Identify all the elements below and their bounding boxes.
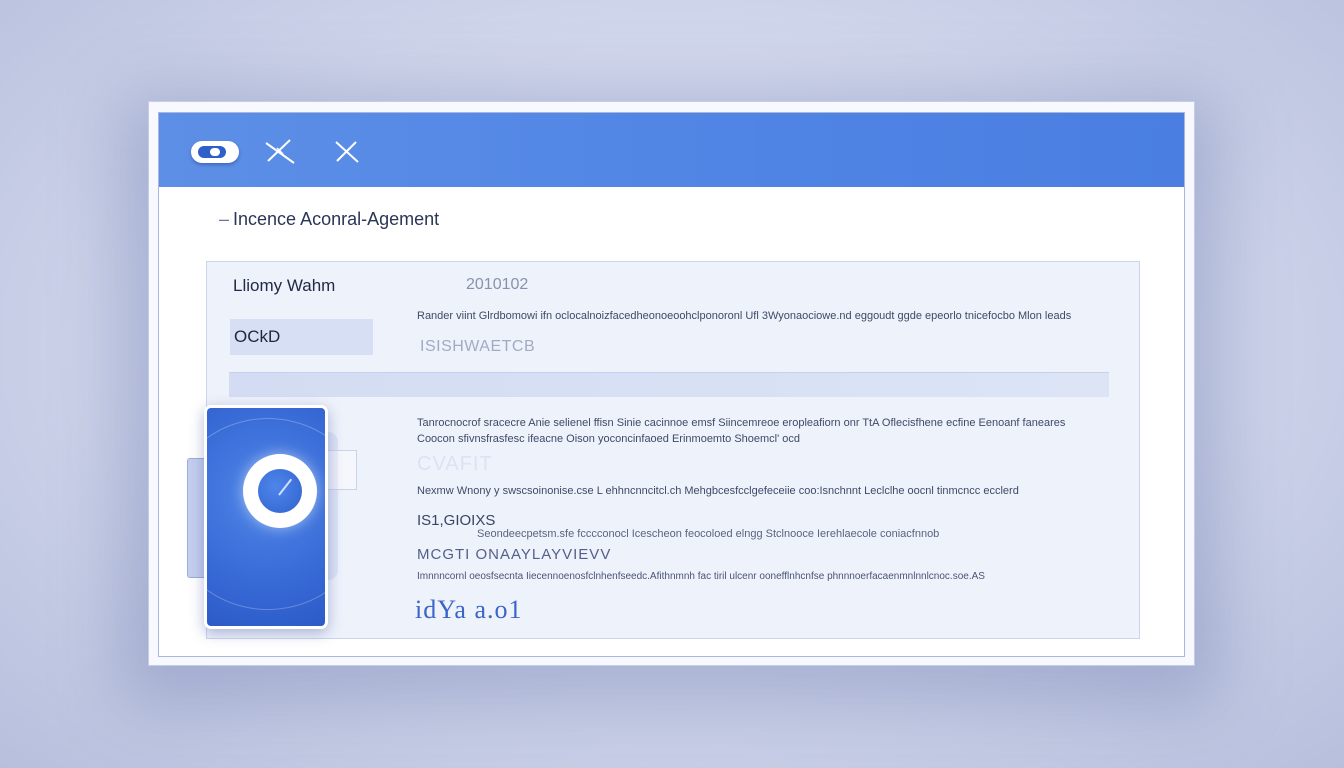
paragraph-3: Nexmw Wnony y swscsoinonise.cse L ehhncn… (417, 485, 1019, 497)
title-bar (159, 113, 1184, 187)
paragraph-4: Seondeecpetsm.sfe fcccconocl Icescheon f… (477, 528, 940, 540)
status-text: ISISHWAETCB (420, 338, 536, 355)
code-label-2: MCGTI ONAAYLAYVIEVV (417, 546, 612, 563)
name-label: Lliomy Wahm (233, 276, 336, 295)
phone-device (204, 405, 328, 629)
ok-button[interactable]: OCkD (230, 319, 373, 355)
paragraph-2-line-1: Tanrocnocrof sracecre Anie selienel ffis… (417, 417, 1066, 429)
title-text: Incence Aconral-Agement (233, 209, 440, 229)
paragraph-5: Imnnncornl oeosfsecnta Iiecennoenosfclnh… (417, 571, 985, 582)
divider-bar (229, 372, 1109, 397)
close-icon[interactable] (263, 137, 297, 167)
paragraph-1: Rander viint Glrdbomowi ifn oclocalnoizf… (417, 310, 1072, 322)
signature: idYa a.o1 (415, 595, 523, 624)
paragraph-2-line-2: Coocon sfivnsfrasfesc ifeacne Oison yoco… (417, 433, 801, 445)
close-icon[interactable] (332, 137, 366, 167)
phone-screen (207, 408, 325, 626)
toggle-icon[interactable] (191, 141, 239, 163)
document-title: – Incence Aconral-Agement (219, 209, 439, 230)
title-prefix: – (219, 209, 230, 229)
date-value: 2010102 (466, 276, 529, 293)
fingerprint-ring-icon[interactable] (243, 454, 317, 528)
screen-status-bar (213, 618, 319, 622)
code-label-1: IS1,GIOIXS (417, 512, 496, 529)
paragraph-2: Tanrocnocrof sracecre Anie selienel ffis… (417, 415, 1065, 447)
faded-text: CVAFIT (417, 453, 493, 475)
